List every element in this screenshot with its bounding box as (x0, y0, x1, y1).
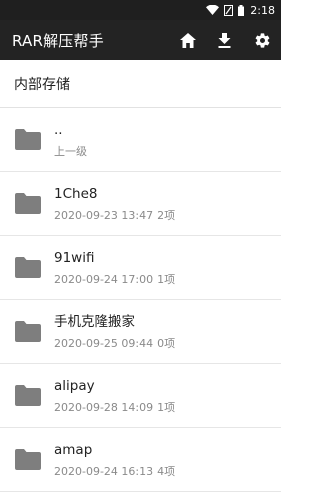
file-date: 2020-09-28 14:09 (54, 400, 154, 414)
app-bar: RAR解压帮手 (0, 20, 281, 60)
file-meta: 2020-09-24 17:00 1项 (54, 273, 175, 287)
item-count: 1项 (157, 400, 176, 414)
list-item[interactable]: 手机克隆搬家 2020-09-25 09:44 0项 (0, 300, 281, 364)
file-date: 上一级 (54, 144, 87, 158)
download-button[interactable] (206, 20, 243, 60)
file-date: 2020-09-25 09:44 (54, 336, 154, 350)
file-meta: 2020-09-25 09:44 0项 (54, 337, 175, 351)
file-name: .. (54, 121, 63, 138)
file-meta: 2020-09-28 14:09 1项 (54, 401, 175, 415)
folder-icon (0, 193, 54, 214)
file-date: 2020-09-23 13:47 (54, 208, 154, 222)
settings-button[interactable] (243, 20, 281, 60)
list-item[interactable]: 1Che8 2020-09-23 13:47 2项 (0, 172, 281, 236)
download-icon (218, 32, 231, 48)
file-name: amap (54, 441, 93, 458)
status-time: 2:18 (250, 3, 275, 17)
file-info: amap 2020-09-24 16:13 4项 (54, 441, 175, 479)
wifi-icon (206, 5, 220, 15)
file-list: .. 上一级 1Che8 2020-09-23 13:47 2项 91wifi 2… (0, 108, 281, 492)
signal-icon (224, 4, 234, 16)
file-info: alipay 2020-09-28 14:09 1项 (54, 377, 175, 415)
app-screen: 2:18 RAR解压帮手 内部存储 .. 上一级 1Che8 2020-09-2… (0, 0, 281, 500)
file-meta: 2020-09-24 16:13 4项 (54, 465, 175, 479)
file-name: 91wifi (54, 249, 95, 266)
file-meta: 2020-09-23 13:47 2项 (54, 209, 175, 223)
file-info: 91wifi 2020-09-24 17:00 1项 (54, 249, 175, 287)
list-item[interactable]: 91wifi 2020-09-24 17:00 1项 (0, 236, 281, 300)
home-button[interactable] (169, 20, 206, 60)
item-count: 1项 (157, 272, 176, 286)
status-bar: 2:18 (0, 0, 281, 20)
breadcrumb-label: 内部存储 (14, 76, 70, 93)
folder-icon (0, 385, 54, 406)
file-meta: 上一级 (54, 145, 87, 159)
file-name: alipay (54, 377, 95, 394)
file-date: 2020-09-24 17:00 (54, 272, 154, 286)
gear-icon (255, 32, 269, 48)
folder-icon (0, 449, 54, 470)
breadcrumb[interactable]: 内部存储 (0, 60, 281, 108)
folder-icon (0, 321, 54, 342)
app-title: RAR解压帮手 (12, 31, 104, 50)
folder-icon (0, 257, 54, 278)
folder-icon (0, 129, 54, 150)
item-count: 2项 (157, 208, 176, 222)
file-info: 手机克隆搬家 2020-09-25 09:44 0项 (54, 313, 175, 351)
file-name: 手机克隆搬家 (54, 313, 135, 330)
file-date: 2020-09-24 16:13 (54, 464, 154, 478)
item-count: 4项 (157, 464, 176, 478)
file-info: 1Che8 2020-09-23 13:47 2项 (54, 185, 175, 223)
file-name: 1Che8 (54, 185, 98, 202)
home-icon (179, 32, 196, 48)
list-item[interactable]: amap 2020-09-24 16:13 4项 (0, 428, 281, 492)
item-count: 0项 (157, 336, 176, 350)
list-item[interactable]: alipay 2020-09-28 14:09 1项 (0, 364, 281, 428)
battery-icon (238, 4, 245, 16)
file-info: .. 上一级 (54, 121, 87, 159)
list-item-parent[interactable]: .. 上一级 (0, 108, 281, 172)
